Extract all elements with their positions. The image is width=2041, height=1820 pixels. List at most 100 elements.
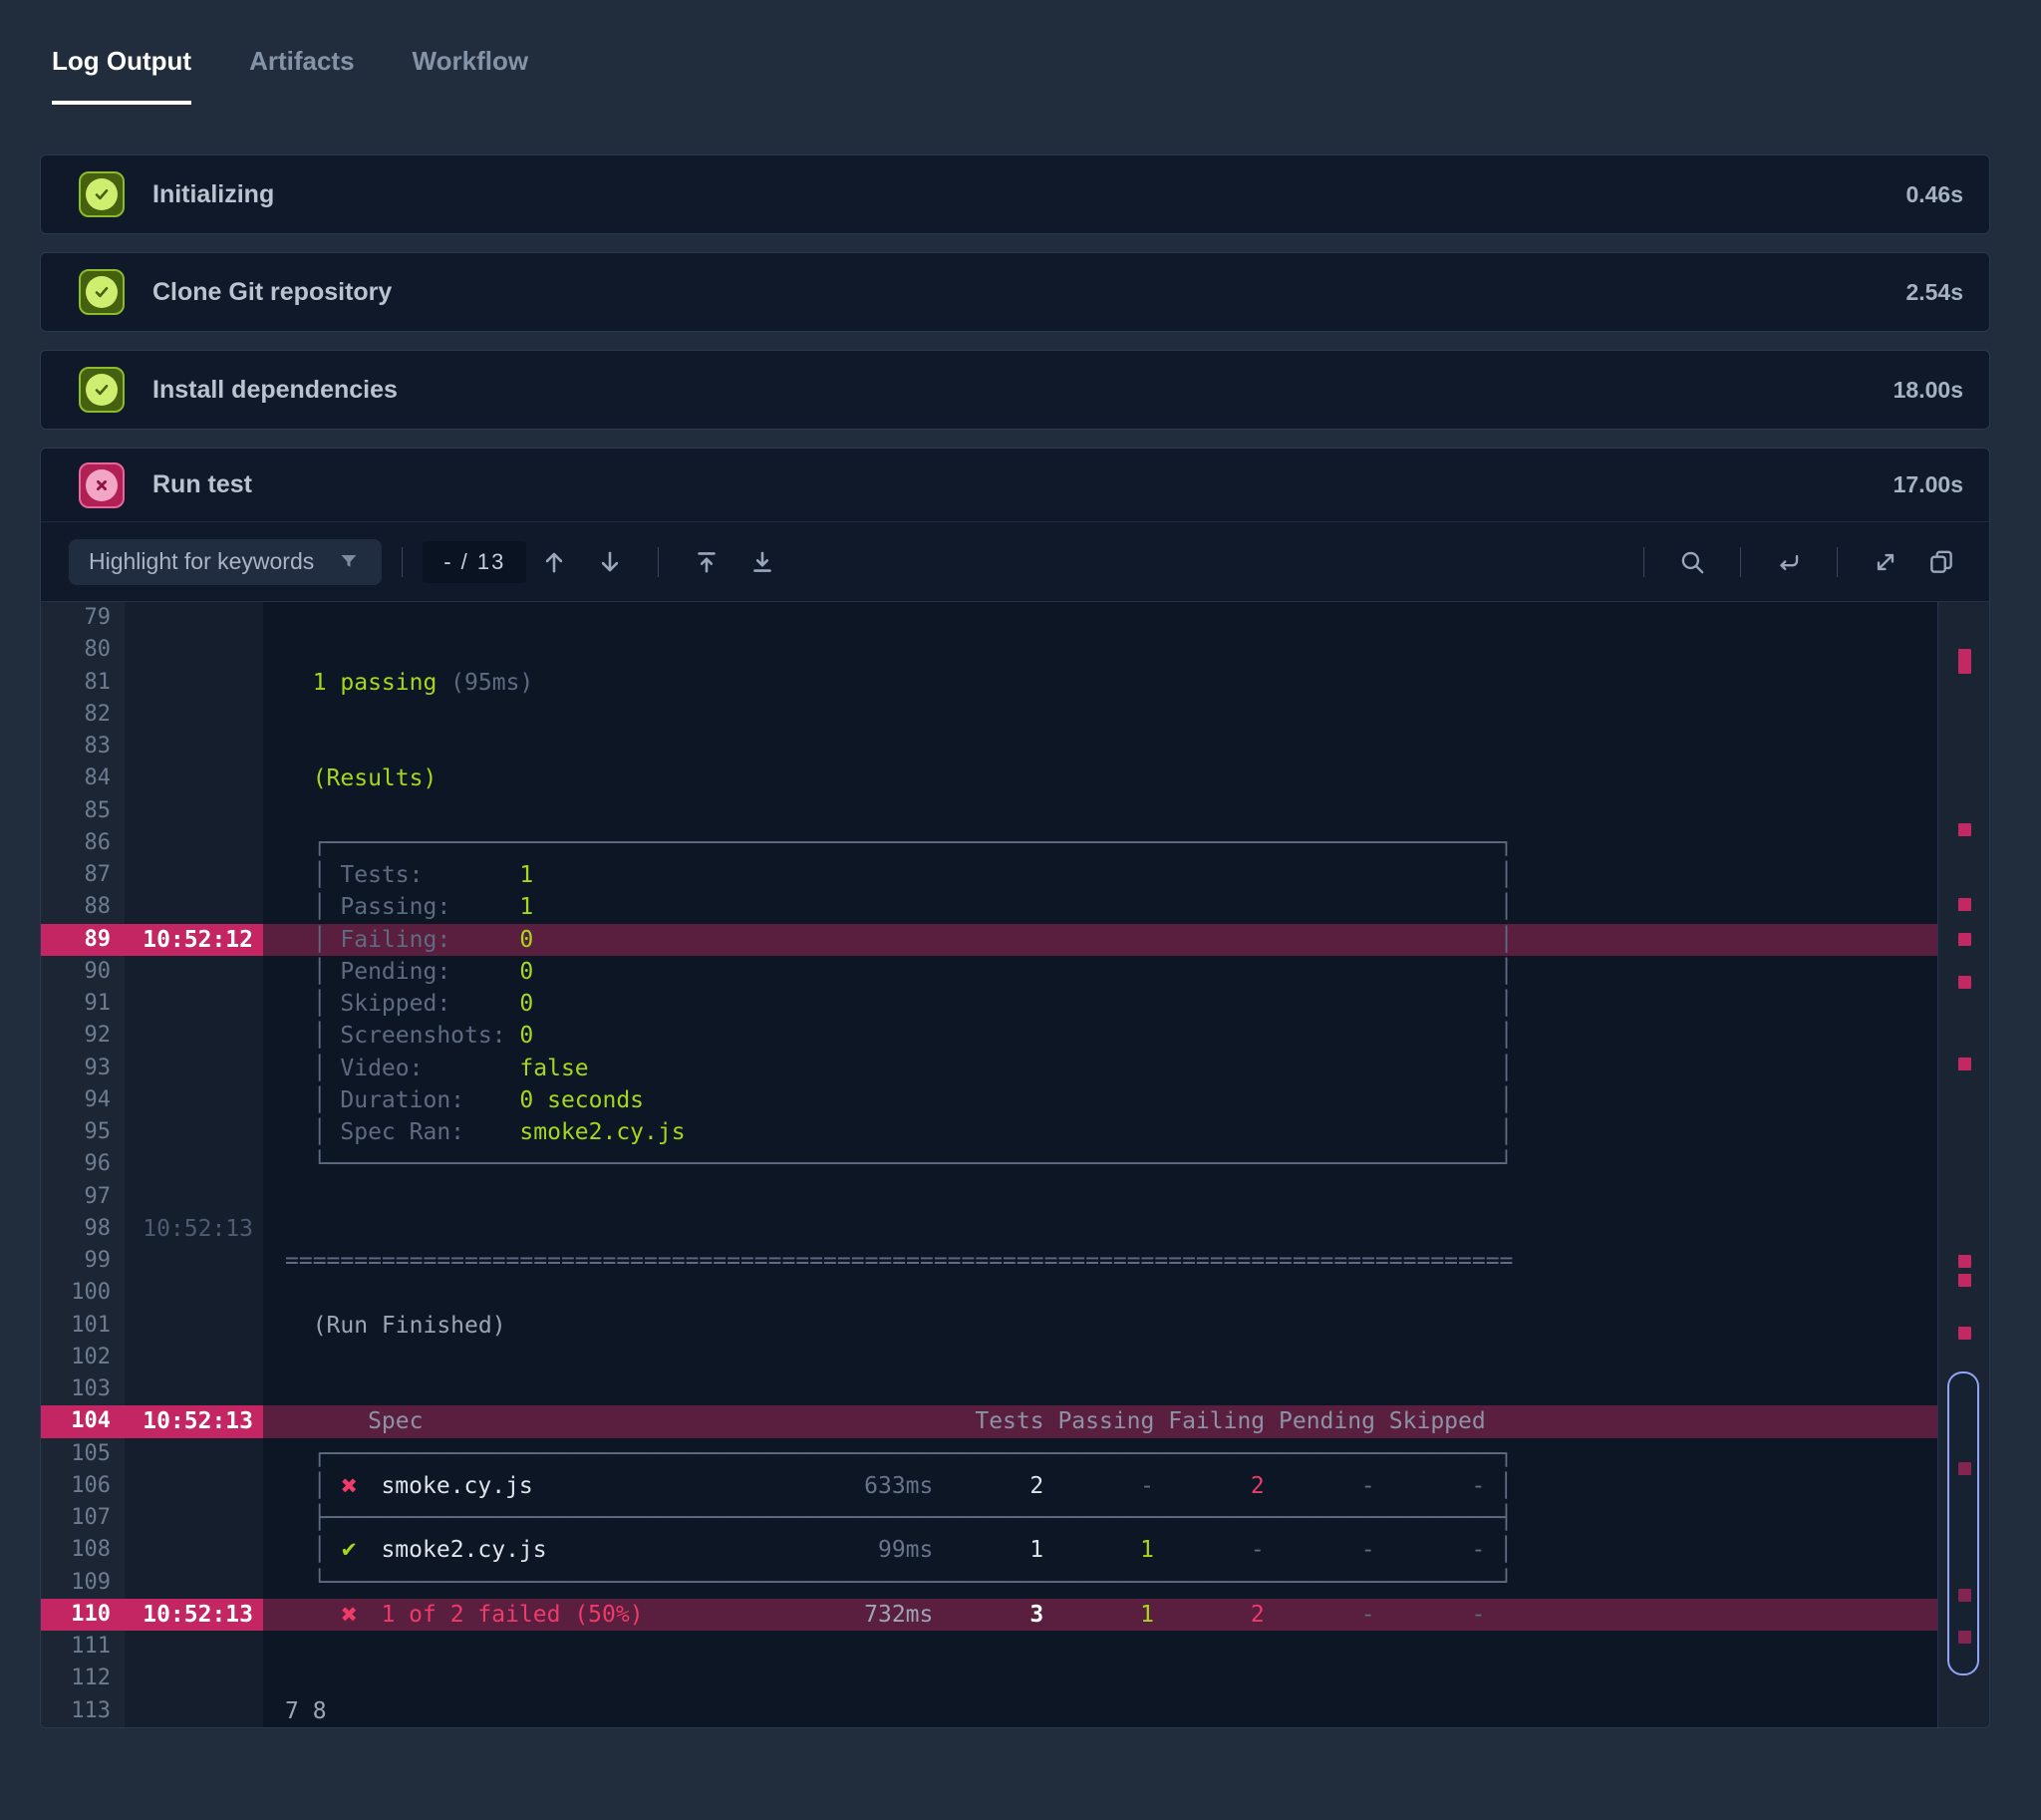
line-timestamp: [125, 1373, 263, 1406]
step-row-install-dependencies[interactable]: Install dependencies 18.00s: [40, 350, 1990, 430]
next-match-button[interactable]: [595, 547, 625, 577]
scrollbar-thumb[interactable]: [1947, 1371, 1979, 1676]
line-number[interactable]: 84: [41, 762, 125, 795]
scroll-to-bottom-button[interactable]: [747, 547, 777, 577]
line-number[interactable]: 108: [41, 1534, 125, 1567]
line-timestamp: [125, 1180, 263, 1213]
line-number[interactable]: 101: [41, 1309, 125, 1342]
line-number[interactable]: 87: [41, 859, 125, 892]
line-number[interactable]: 104: [41, 1405, 125, 1438]
log-row: 110 10:52:13 ✖ 1 of 2 failed (50%) 732ms …: [41, 1598, 1937, 1631]
line-number[interactable]: 98: [41, 1212, 125, 1245]
line-timestamp: [125, 1566, 263, 1599]
line-timestamp: [125, 666, 263, 699]
line-number[interactable]: 111: [41, 1631, 125, 1664]
line-timestamp: [125, 1631, 263, 1664]
copy-button[interactable]: [1926, 547, 1956, 577]
line-number[interactable]: 79: [41, 602, 125, 635]
line-number[interactable]: 90: [41, 955, 125, 988]
log-row: 100: [41, 1277, 1937, 1310]
expand-button[interactable]: [1871, 547, 1900, 577]
line-timestamp: [125, 1116, 263, 1149]
line-timestamp: [125, 1694, 263, 1727]
log-row: 111: [41, 1631, 1937, 1664]
line-number[interactable]: 112: [41, 1663, 125, 1695]
minimap-error-marker: [1958, 975, 1971, 989]
line-number[interactable]: 89: [41, 923, 125, 956]
line-timestamp: 10:52:13: [125, 1405, 263, 1438]
scroll-to-top-button[interactable]: [692, 547, 722, 577]
line-content: (Run Finished): [285, 1312, 506, 1339]
line-timestamp: [125, 634, 263, 667]
line-number[interactable]: 85: [41, 794, 125, 827]
line-timestamp: [125, 794, 263, 827]
filter-icon: [336, 549, 362, 575]
line-number[interactable]: 83: [41, 731, 125, 763]
log-toolbar-right: [1623, 546, 1969, 577]
line-content: │ Tests: 1 │: [285, 862, 1514, 888]
tab-workflow[interactable]: Workflow: [413, 46, 529, 105]
log-row: 92 │ Screenshots: 0 │: [41, 1020, 1937, 1053]
search-button[interactable]: [1677, 547, 1707, 577]
line-number[interactable]: 109: [41, 1566, 125, 1599]
line-content: [263, 1213, 1937, 1245]
line-number[interactable]: 92: [41, 1020, 125, 1053]
line-timestamp: [125, 859, 263, 892]
line-number[interactable]: 80: [41, 634, 125, 667]
line-number[interactable]: 96: [41, 1148, 125, 1181]
step-row-clone-git-repository[interactable]: Clone Git repository 2.54s: [40, 252, 1990, 332]
step-duration: 17.00s: [1893, 471, 1963, 497]
log-row: 96 └────────────────────────────────────…: [41, 1148, 1937, 1181]
line-number[interactable]: 97: [41, 1180, 125, 1213]
line-content: ┌───────────────────────────────────────…: [285, 829, 1514, 856]
line-content: [263, 1373, 1937, 1405]
line-number[interactable]: 107: [41, 1502, 125, 1535]
tab-log-output[interactable]: Log Output: [52, 46, 192, 105]
line-number[interactable]: 99: [41, 1245, 125, 1278]
step-row-run-test[interactable]: Run test 17.00s: [41, 449, 1989, 522]
step-label: Run test: [152, 470, 252, 498]
line-timestamp: [125, 1148, 263, 1181]
log-row: 80: [41, 634, 1937, 667]
search-icon: [1677, 547, 1707, 577]
line-number[interactable]: 93: [41, 1052, 125, 1084]
line-content: [263, 634, 1937, 666]
line-content: │ Passing: 1 │: [285, 894, 1514, 921]
line-number[interactable]: 95: [41, 1116, 125, 1149]
line-number[interactable]: 106: [41, 1469, 125, 1502]
line-number[interactable]: 86: [41, 826, 125, 859]
minimap[interactable]: [1937, 602, 1989, 1727]
match-counter: - / 13: [423, 540, 527, 583]
log-row: 109 └───────────────────────────────────…: [41, 1566, 1937, 1599]
line-number[interactable]: 103: [41, 1373, 125, 1406]
line-content: │ ✖ smoke.cy.js 633ms 2 - 2 - - │: [285, 1472, 1514, 1499]
keyword-filter-input[interactable]: Highlight for keywords: [69, 538, 383, 585]
step-row-initializing[interactable]: Initializing 0.46s: [40, 154, 1990, 234]
line-number[interactable]: 105: [41, 1437, 125, 1470]
line-number[interactable]: 100: [41, 1277, 125, 1310]
line-number[interactable]: 91: [41, 988, 125, 1021]
line-timestamp: [125, 1020, 263, 1053]
success-status-icon: [79, 269, 125, 315]
line-number[interactable]: 81: [41, 666, 125, 699]
success-status-icon: [79, 367, 125, 413]
previous-match-button[interactable]: [539, 547, 569, 577]
divider: [402, 546, 404, 577]
line-timestamp: [125, 1309, 263, 1342]
line-number[interactable]: 82: [41, 698, 125, 731]
wrap-lines-button[interactable]: [1774, 547, 1804, 577]
line-number[interactable]: 102: [41, 1341, 125, 1373]
log-row: 90 │ Pending: 0 │: [41, 955, 1937, 988]
line-timestamp: [125, 1502, 263, 1535]
line-content: [263, 1663, 1937, 1694]
line-number[interactable]: 113: [41, 1694, 125, 1727]
line-content: Spec Tests Passing Failing Pending Skipp…: [263, 1405, 1937, 1438]
log-viewport[interactable]: 79 80 81 1 passing (95ms) 82 83 84 (Results) 8…: [41, 602, 1989, 1727]
minimap-error-marker: [1958, 823, 1971, 837]
line-timestamp: [125, 891, 263, 924]
line-number[interactable]: 88: [41, 891, 125, 924]
line-number[interactable]: 94: [41, 1083, 125, 1116]
tab-artifacts[interactable]: Artifacts: [249, 46, 354, 105]
line-timestamp: [125, 762, 263, 795]
line-number[interactable]: 110: [41, 1598, 125, 1631]
